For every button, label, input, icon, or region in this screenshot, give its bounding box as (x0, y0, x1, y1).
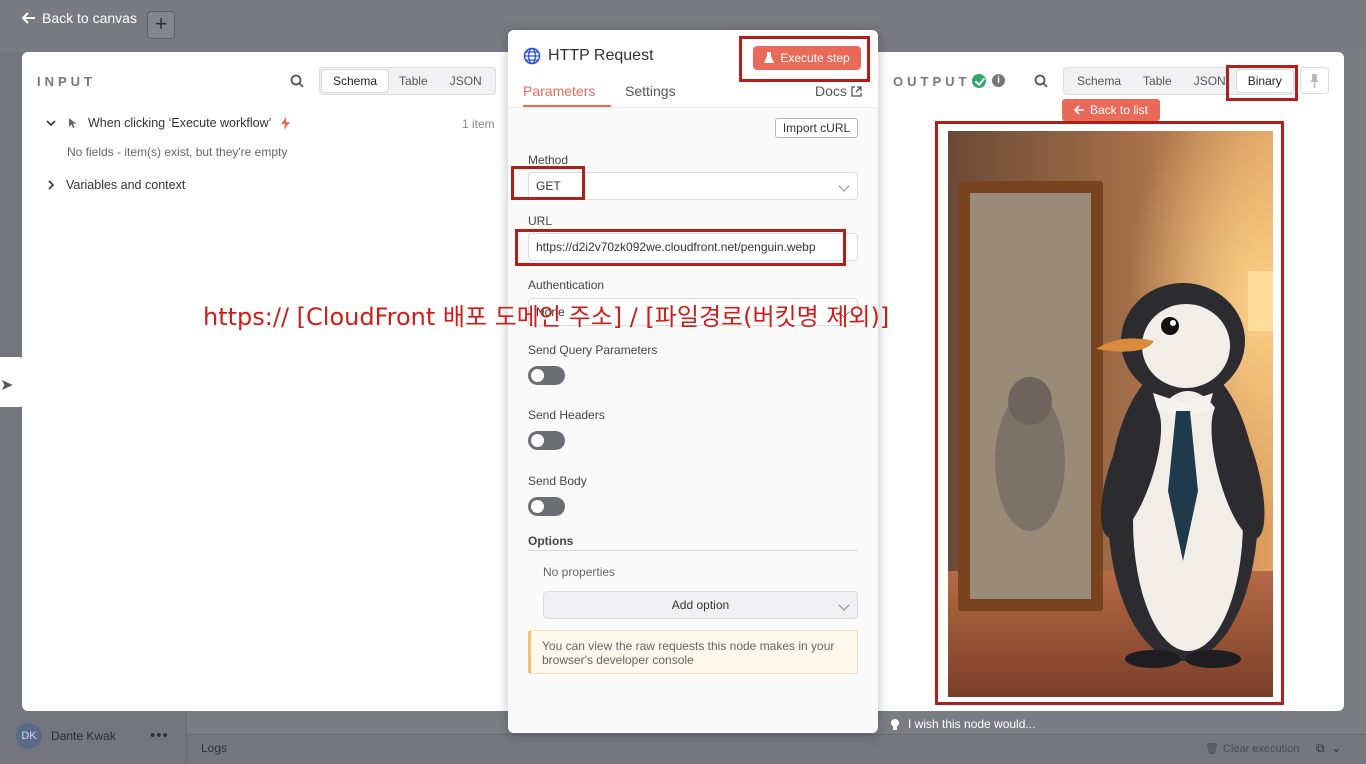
logs-controls[interactable]: ⧉ ⌄ (1316, 741, 1341, 756)
docs-link[interactable]: Docs (815, 83, 862, 99)
options-label: Options (528, 534, 574, 548)
arrow-left-icon (1073, 105, 1084, 115)
back-to-list-label: Back to list (1089, 103, 1149, 117)
output-view-schema[interactable]: Schema (1066, 70, 1132, 92)
send-headers-toggle[interactable] (528, 431, 565, 450)
method-select[interactable]: GET (528, 172, 858, 200)
method-label: Method (528, 153, 569, 167)
user-row[interactable]: DK Dante Kwak (16, 723, 116, 749)
import-curl-button[interactable]: Import cURL (775, 118, 858, 138)
success-check-icon (972, 74, 986, 88)
url-label: URL (528, 214, 553, 228)
chevron-down-icon[interactable]: ⌄ (1331, 741, 1341, 755)
chevron-down-icon (838, 180, 850, 192)
options-divider (528, 550, 858, 551)
feedback-link[interactable]: I wish this node would... (890, 717, 1035, 731)
input-view-json[interactable]: JSON (439, 70, 493, 92)
popout-icon[interactable]: ⧉ (1316, 741, 1325, 755)
trash-icon: 🗑 (1205, 743, 1219, 755)
tab-settings[interactable]: Settings (625, 83, 676, 99)
input-view-switcher: Schema Table JSON (319, 67, 496, 95)
info-icon[interactable]: i (992, 74, 1005, 87)
input-view-table[interactable]: Table (388, 70, 439, 92)
send-query-toggle[interactable] (528, 366, 565, 385)
tab-parameters[interactable]: Parameters (523, 83, 595, 99)
back-to-canvas-link[interactable]: Back to canvas (22, 10, 137, 26)
output-panel-title: OUTPUT (893, 74, 971, 89)
globe-icon (523, 47, 541, 65)
url-value: https://d2i2v70zk092we.cloudfront.net/pe… (536, 240, 816, 254)
input-view-schema[interactable]: Schema (322, 70, 389, 92)
lightbulb-icon (891, 718, 899, 730)
output-view-json[interactable]: JSON (1183, 70, 1237, 92)
send-body-toggle[interactable] (528, 497, 565, 516)
cursor-icon: ➤ (0, 377, 14, 394)
logs-bar (187, 734, 1366, 764)
pin-icon (1310, 74, 1319, 88)
user-name: Dante Kwak (51, 729, 116, 743)
execute-step-button[interactable]: Execute step (753, 46, 861, 70)
variables-label: Variables and context (66, 178, 186, 192)
chevron-right-icon[interactable] (46, 180, 56, 190)
clear-execution-label: Clear execution (1222, 742, 1300, 755)
output-view-binary[interactable]: Binary (1236, 70, 1293, 92)
authentication-label: Authentication (528, 278, 605, 292)
send-headers-label: Send Headers (528, 408, 605, 422)
output-view-table[interactable]: Table (1132, 70, 1183, 92)
developer-console-notice: You can view the raw requests this node … (528, 630, 858, 674)
chevron-down-icon[interactable] (46, 118, 56, 128)
node-header: HTTP Request Execute step Parameters Set… (508, 30, 878, 107)
flask-icon (764, 52, 775, 63)
variables-row[interactable]: Variables and context (46, 178, 185, 192)
trigger-row[interactable]: When clicking ‘Execute workflow’ (46, 116, 496, 130)
back-to-canvas-label: Back to canvas (42, 10, 137, 26)
node-title: HTTP Request (548, 47, 654, 64)
logs-label[interactable]: Logs (201, 741, 227, 755)
cursor-icon (69, 118, 77, 128)
add-option-select[interactable]: Add option (543, 591, 858, 619)
input-panel-title: INPUT (37, 74, 96, 89)
chevron-down-icon (838, 599, 850, 611)
no-fields-text: No fields - item(s) exist, but they're e… (67, 145, 288, 159)
no-properties-text: No properties (543, 565, 616, 579)
method-value: GET (536, 179, 561, 193)
add-option-label: Add option (671, 598, 730, 612)
output-view-switcher: Schema Table JSON Binary (1063, 67, 1296, 95)
penguin-image (948, 131, 1273, 697)
docs-label: Docs (815, 83, 847, 99)
send-query-label: Send Query Parameters (528, 343, 658, 357)
back-to-list-button[interactable]: Back to list (1062, 99, 1160, 121)
node-panel: HTTP Request Execute step Parameters Set… (508, 30, 878, 733)
execute-step-label: Execute step (780, 51, 850, 65)
send-body-label: Send Body (528, 474, 587, 488)
avatar: DK (16, 723, 42, 749)
external-link-icon (851, 85, 862, 97)
url-input[interactable]: https://d2i2v70zk092we.cloudfront.net/pe… (528, 233, 858, 261)
item-count: 1 item (462, 117, 495, 131)
arrow-left-icon (22, 12, 35, 24)
pin-button[interactable] (1300, 67, 1329, 94)
clear-execution-button[interactable]: 🗑 Clear execution (1205, 742, 1300, 756)
search-icon[interactable] (1034, 74, 1048, 88)
search-icon[interactable] (290, 74, 304, 88)
add-node-button[interactable]: + (147, 11, 175, 39)
trigger-name: When clicking ‘Execute workflow’ (88, 116, 272, 130)
feedback-label: I wish this node would... (908, 717, 1036, 731)
binary-image-preview (948, 131, 1273, 697)
more-icon[interactable]: ••• (150, 727, 169, 744)
bolt-icon (281, 116, 291, 130)
url-format-annotation: https:// [CloudFront 배포 도메인 주소] / [파일경로(… (203, 303, 890, 331)
